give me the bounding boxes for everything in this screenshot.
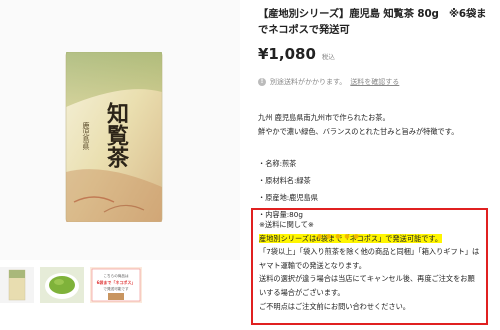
price-row: ¥1,080 税込	[258, 45, 494, 63]
product-price: ¥1,080	[258, 45, 316, 63]
tea-package-image: 鹿児島県 知覧茶	[65, 52, 163, 222]
thumb3-line3: で発送可能です	[103, 286, 129, 291]
nekopos-box-icon: こちらの商品は 6袋まで「ネコポス」 で発送可能です	[90, 267, 142, 303]
package-thumb-icon	[0, 267, 34, 303]
shipping-link[interactable]: 送料を確認する	[350, 77, 399, 87]
thumbnail-strip: こちらの商品は 6袋まで「ネコポス」 で発送可能です	[0, 267, 142, 303]
description-line1: 九州 鹿児島県南九州市で作られたお茶。	[258, 113, 390, 122]
notice-heading: ※送料に関して※	[259, 220, 314, 229]
product-title: 【産地別シリーズ】鹿児島 知覧茶 80g ※6袋までネコポスで発送可	[258, 8, 487, 36]
thumb3-line1: こちらの商品は	[103, 273, 129, 278]
product-info: 【産地別シリーズ】鹿児島 知覧茶 80g ※6袋までネコポスで発送可 ¥1,08…	[258, 0, 494, 223]
main-product-image[interactable]: 鹿児島県 知覧茶	[0, 0, 240, 260]
notice-line3: 送料の選択が違う場合は当店にてキャンセル後、再度ご注文をお願いする場合がございま…	[259, 274, 475, 297]
package-name-text: 知覧茶	[103, 101, 129, 168]
spec-ingredient: ・原材料名:緑茶	[258, 176, 311, 185]
package-prefecture-text: 鹿児島県	[82, 121, 90, 151]
shipping-note: ! 別途送料がかかります。 送料を確認する	[258, 77, 494, 87]
thumb3-line2: 6袋まで「ネコポス」	[97, 279, 136, 285]
tax-label: 税込	[321, 53, 335, 61]
product-gallery: 鹿児島県 知覧茶 こちらの商品は 6袋まで「ネコポス」 で発送可能です	[0, 0, 245, 330]
product-description: 九州 鹿児島県南九州市で作られたお茶。 鮮やかで濃い緑色、バランスのとれた甘みと…	[258, 111, 494, 139]
tea-cup-icon	[40, 267, 84, 303]
notice-line4: ご不明点はご注文前にお問い合わせください。	[259, 301, 410, 311]
info-icon: !	[258, 78, 266, 86]
notice-line2: 「7袋以上」「袋入り煎茶を除く他の商品と同梱」「箱入りギフト」はヤマト運輸での発…	[259, 247, 480, 270]
spec-origin: ・原産地:鹿児島県	[258, 193, 318, 202]
spec-name: ・名称:煎茶	[258, 159, 297, 168]
sparkle-decoration-icon: ● ● ● ● ●	[317, 233, 360, 240]
thumbnail-nekopos-notice[interactable]: こちらの商品は 6袋まで「ネコポス」 で発送可能です	[90, 267, 142, 303]
shipping-note-text: 別途送料がかかります。	[270, 78, 347, 86]
thumbnail-tea-cup[interactable]	[40, 267, 84, 303]
thumbnail-package[interactable]	[0, 267, 34, 303]
shipping-notice-box: ● ● ● ● ● ※送料に関して※ 産地別シリーズは6袋まで「ネコポス」で発送…	[251, 208, 488, 325]
description-line2: 鮮やかで濃い緑色、バランスのとれた甘みと旨みが特徴です。	[258, 127, 459, 136]
